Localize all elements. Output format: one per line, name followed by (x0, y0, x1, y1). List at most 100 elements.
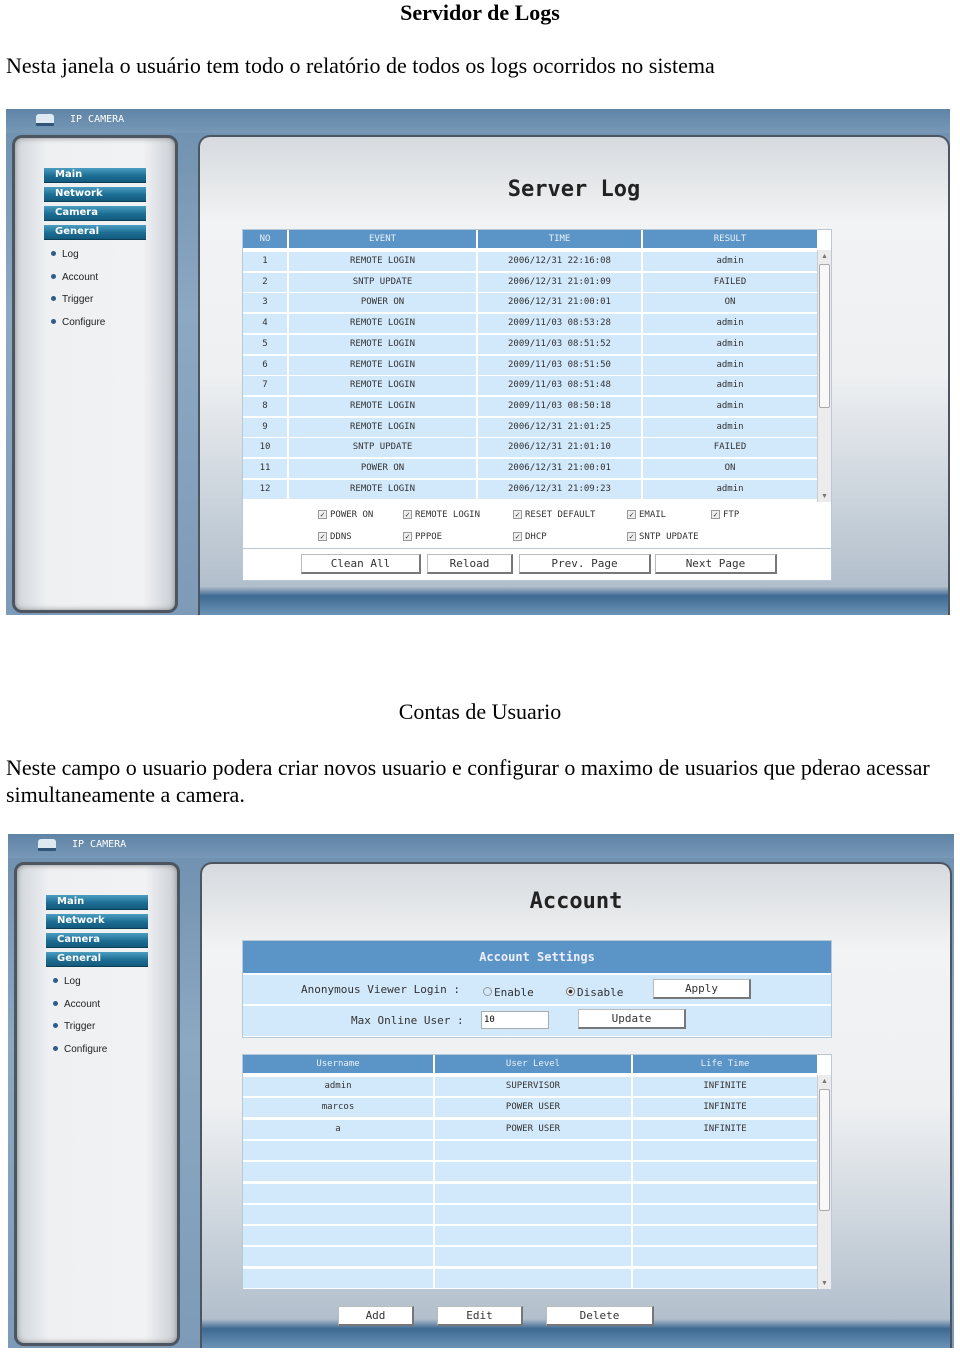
scrollbar[interactable]: ▲ ▼ (817, 1075, 831, 1289)
checkbox-icon[interactable]: ✓ (513, 532, 522, 541)
filter-checkbox[interactable]: ✓ POWER ON (318, 510, 373, 520)
empty-cell (633, 1247, 819, 1267)
menu-main[interactable]: Main (44, 168, 146, 183)
submenu-configure[interactable]: Configure (51, 317, 105, 328)
scrollbar[interactable]: ▲ ▼ (817, 250, 831, 502)
apply-button[interactable]: Apply (653, 979, 751, 999)
empty-cell (633, 1183, 819, 1203)
submenu-account[interactable]: Account (51, 272, 98, 283)
menu-network[interactable]: Network (46, 914, 148, 929)
server-log-screenshot: IP CAMERA Main Network Camera General Log Acc… (6, 109, 950, 615)
next-page-button[interactable]: Next Page (655, 554, 777, 574)
update-button[interactable]: Update (578, 1009, 686, 1029)
table-cell: FAILED (643, 438, 819, 458)
main-panel: Account Account Settings Anonymous Viewe… (200, 862, 952, 1348)
submenu-log[interactable]: Log (53, 976, 81, 987)
prev-page-button[interactable]: Prev. Page (519, 554, 651, 574)
table-cell: POWER ON (289, 459, 478, 478)
filter-checkbox[interactable]: ✓ EMAIL (627, 510, 666, 520)
table-cell: 2006/12/31 21:01:25 (478, 417, 643, 437)
filter-label: DHCP (525, 532, 547, 542)
filter-label: FTP (723, 510, 740, 520)
sidebar: Main Network Camera General Log Account Trigge… (12, 135, 178, 613)
table-cell: REMOTE LOGIN (289, 252, 478, 271)
add-button[interactable]: Add (338, 1306, 414, 1326)
table-cell: 4 (243, 314, 289, 334)
table-cell: admin (643, 417, 819, 437)
filter-checkbox[interactable]: ✓ REMOTE LOGIN (403, 510, 480, 520)
disable-label: Disable (577, 986, 624, 999)
clean-all-button[interactable]: Clean All (301, 554, 421, 574)
menu-network[interactable]: Network (44, 187, 146, 202)
table-cell: 8 (243, 396, 289, 416)
app-header: IP CAMERA (8, 834, 954, 858)
column-header: EVENT (289, 230, 478, 248)
empty-cell (633, 1204, 819, 1224)
table-cell: ON (643, 293, 819, 313)
user-table: Username User Level Life Time admin SUPERVIS… (242, 1054, 832, 1290)
table-cell: admin (243, 1077, 435, 1096)
menu-camera[interactable]: Camera (44, 206, 146, 221)
filter-checkbox[interactable]: ✓ FTP (711, 510, 739, 520)
table-cell: admin (643, 396, 819, 416)
checkbox-icon[interactable]: ✓ (318, 532, 327, 541)
checkbox-icon[interactable]: ✓ (403, 510, 412, 519)
menu-camera[interactable]: Camera (46, 933, 148, 948)
filter-checkbox[interactable]: ✓ SNTP UPDATE (627, 532, 699, 542)
account-settings: Account Settings Anonymous Viewer Login … (242, 940, 832, 1038)
table-cell: marcos (243, 1098, 435, 1118)
table-cell: 2009/11/03 08:51:48 (478, 376, 643, 396)
scroll-down-icon[interactable]: ▼ (821, 1279, 828, 1287)
submenu-trigger[interactable]: Trigger (53, 1021, 95, 1032)
table-cell: 3 (243, 293, 289, 313)
scroll-thumb[interactable] (819, 264, 830, 408)
disable-radio[interactable]: Disable (566, 986, 623, 999)
delete-button[interactable]: Delete (546, 1306, 654, 1326)
filter-checkbox[interactable]: ✓ DHCP (513, 532, 547, 542)
page-title: Account (529, 889, 623, 914)
scroll-thumb[interactable] (819, 1089, 830, 1211)
menu-general[interactable]: General (46, 952, 148, 967)
checkbox-icon[interactable]: ✓ (318, 510, 327, 519)
menu-main[interactable]: Main (46, 895, 148, 910)
checkbox-icon[interactable]: ✓ (711, 510, 720, 519)
checkbox-icon[interactable]: ✓ (513, 510, 522, 519)
enable-radio[interactable]: Enable (483, 986, 534, 999)
empty-cell (243, 1140, 435, 1160)
page-title: Server Log (507, 177, 641, 202)
submenu-configure[interactable]: Configure (53, 1044, 107, 1055)
scroll-up-icon[interactable]: ▲ (821, 1077, 828, 1085)
column-header: NO (243, 230, 289, 248)
column-header: Username (243, 1055, 435, 1073)
app-header: IP CAMERA (6, 109, 950, 133)
table-cell: POWER USER (435, 1098, 633, 1118)
submenu-account[interactable]: Account (53, 999, 100, 1010)
table-cell: SNTP UPDATE (289, 438, 478, 458)
table-cell: 2006/12/31 21:00:01 (478, 293, 643, 313)
filter-checkbox[interactable]: ✓ PPPOE (403, 532, 442, 542)
table-cell: POWER USER (435, 1119, 633, 1139)
checkbox-icon[interactable]: ✓ (403, 532, 412, 541)
anon-login-label: Anonymous Viewer Login : (301, 983, 460, 996)
edit-button[interactable]: Edit (437, 1306, 523, 1326)
empty-cell (243, 1183, 435, 1203)
scroll-up-icon[interactable]: ▲ (821, 252, 828, 260)
reload-button[interactable]: Reload (427, 554, 513, 574)
empty-cell (243, 1162, 435, 1182)
filter-label: POWER ON (330, 510, 374, 520)
submenu-trigger[interactable]: Trigger (51, 294, 93, 305)
table-cell: REMOTE LOGIN (289, 479, 478, 499)
checkbox-icon[interactable]: ✓ (627, 510, 636, 519)
submenu-log[interactable]: Log (51, 249, 79, 260)
table-cell: FAILED (643, 272, 819, 292)
scroll-down-icon[interactable]: ▼ (821, 492, 828, 500)
empty-cell (243, 1268, 435, 1288)
table-cell: REMOTE LOGIN (289, 376, 478, 396)
log-table: NO EVENT TIME RESULT 1 REMOTE LOGIN 2006/12/31… (242, 229, 832, 581)
menu-general[interactable]: General (44, 225, 146, 240)
max-online-input[interactable] (481, 1011, 549, 1029)
checkbox-icon[interactable]: ✓ (627, 532, 636, 541)
filter-checkbox[interactable]: ✓ RESET DEFAULT (513, 510, 595, 520)
filter-label: DDNS (330, 532, 352, 542)
filter-checkbox[interactable]: ✓ DDNS (318, 532, 352, 542)
